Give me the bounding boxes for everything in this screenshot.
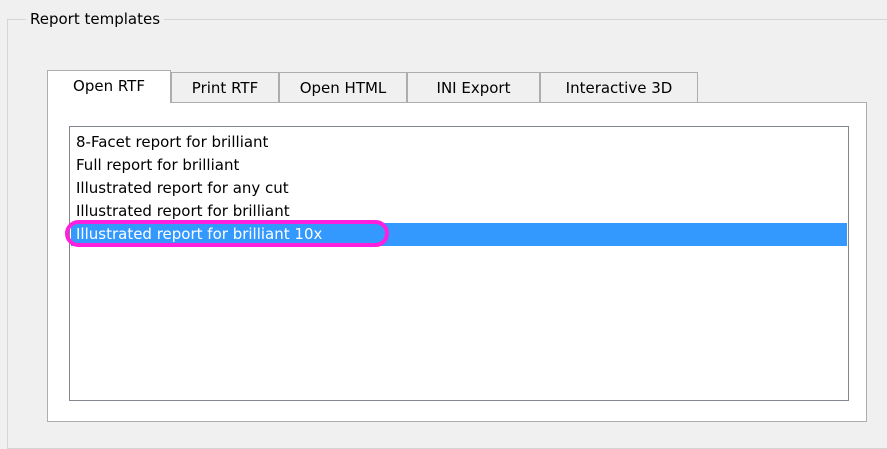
list-item-selected[interactable]: Illustrated report for brilliant 10x <box>65 220 847 247</box>
report-template-list[interactable]: 8-Facet report for brilliant Full report… <box>65 126 849 401</box>
tab-open-html[interactable]: Open HTML <box>279 72 407 102</box>
groupbox-title: Report templates <box>26 9 165 29</box>
list-item[interactable]: Illustrated report for any cut <box>75 177 289 200</box>
list-item-label: Illustrated report for brilliant 10x <box>76 225 323 243</box>
tab-ini-export[interactable]: INI Export <box>407 72 540 102</box>
tab-print-rtf[interactable]: Print RTF <box>171 72 279 102</box>
tab-open-rtf[interactable]: Open RTF <box>47 70 171 103</box>
list-item[interactable]: Illustrated report for brilliant <box>75 200 290 223</box>
list-item[interactable]: Full report for brilliant <box>75 154 239 177</box>
list-item[interactable]: 8-Facet report for brilliant <box>75 131 268 154</box>
tab-interactive-3d[interactable]: Interactive 3D <box>540 72 698 102</box>
